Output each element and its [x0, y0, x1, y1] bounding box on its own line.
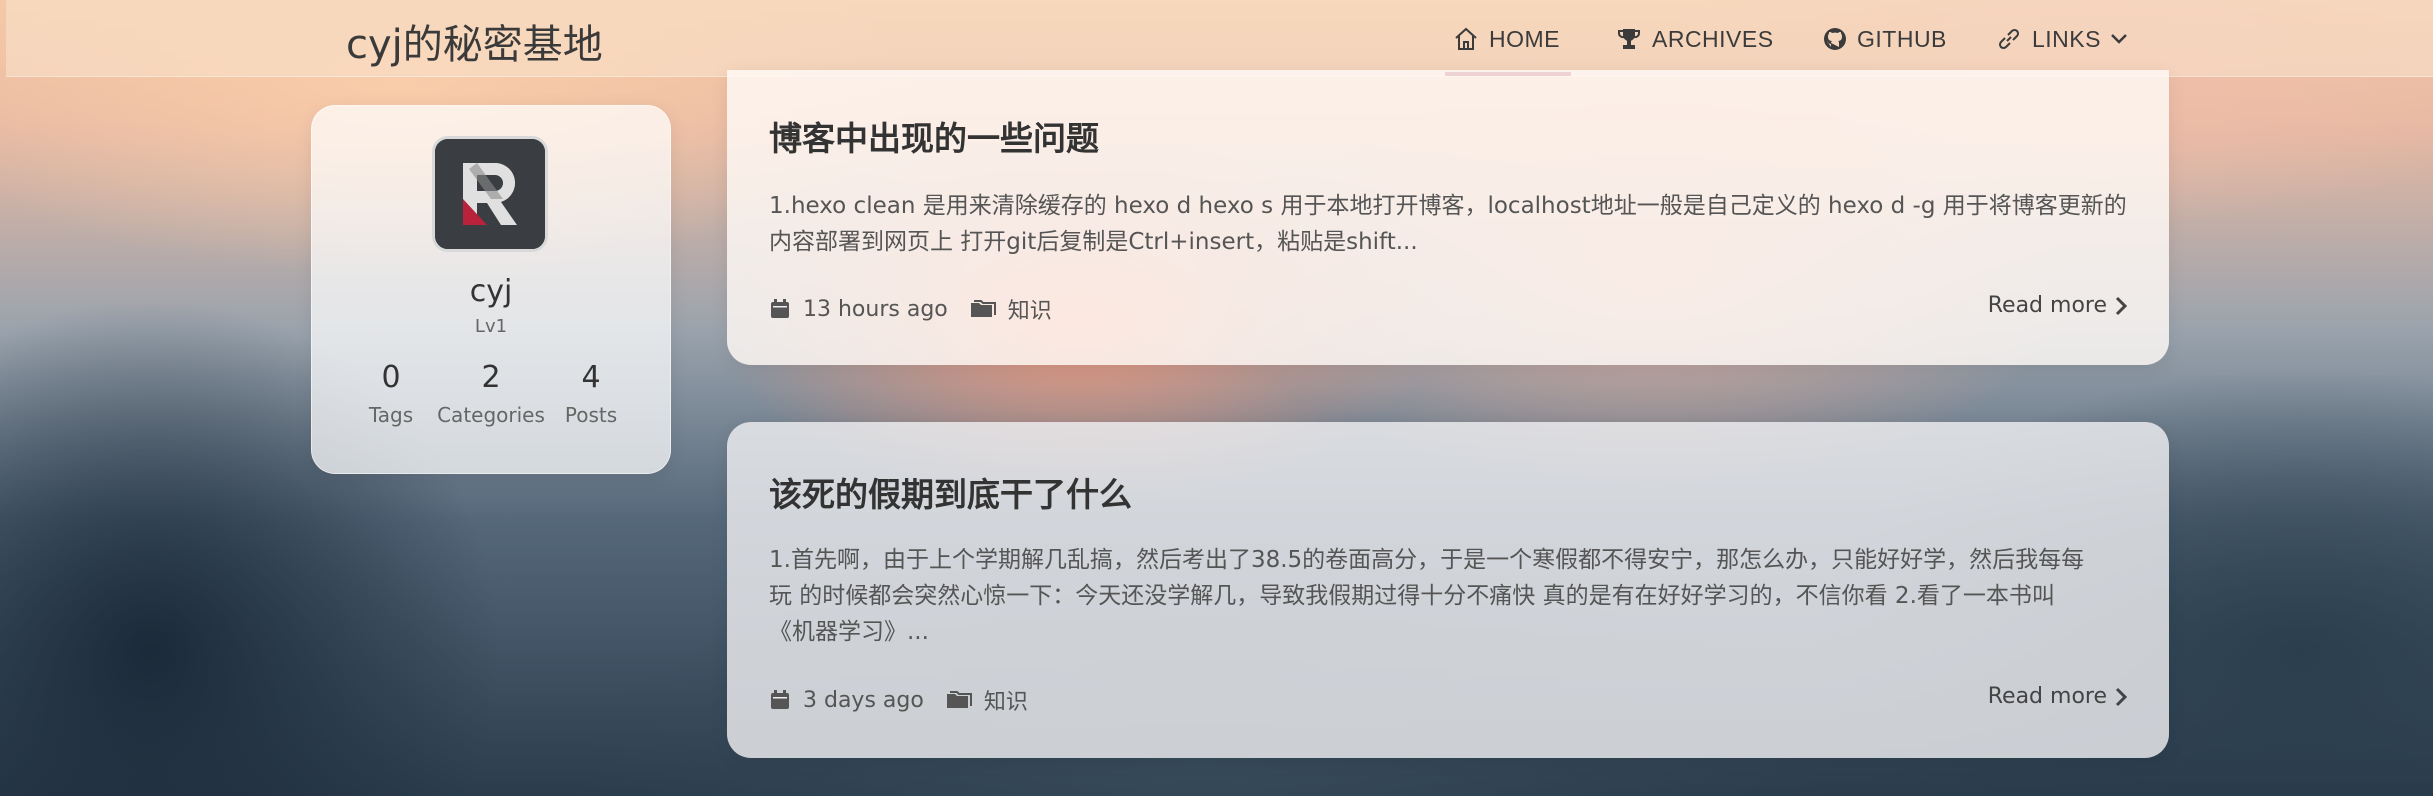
nav-archives[interactable]: ARCHIVES — [1616, 24, 1774, 54]
post-category[interactable]: 知识 — [970, 293, 1052, 325]
excerpt-line: 《机器学习》... — [769, 619, 929, 645]
nav-links[interactable]: LINKS — [1996, 24, 2129, 54]
read-more-label: Read more — [1987, 684, 2107, 709]
stat-label: Posts — [564, 403, 618, 427]
link-icon — [1998, 28, 2020, 50]
post-date: 3 days ago — [769, 688, 924, 713]
post-date-text: 3 days ago — [803, 687, 924, 713]
home-icon — [1455, 27, 1477, 50]
post-card: 博客中出现的一些问题 1.hexo clean 是用来清除缓存的 hexo d … — [727, 70, 2169, 365]
read-more-label: Read more — [1987, 293, 2107, 318]
post-meta: 13 hours ago 知识 — [769, 293, 1074, 325]
logo-icon — [435, 139, 545, 249]
calendar-icon — [771, 690, 789, 709]
chevron-down-icon — [2111, 34, 2127, 44]
avatar[interactable] — [432, 136, 548, 252]
post-category-text: 知识 — [983, 690, 1028, 715]
folder-icon — [970, 300, 996, 317]
excerpt-line: 1.首先啊，由于上个学期解几乱搞，然后考出了38.5的卷面高分，于是一个寒假都不… — [769, 547, 2085, 573]
post-category-text: 知识 — [1007, 299, 1052, 324]
post-meta: 3 days ago 知识 — [769, 684, 1050, 716]
chevron-right-icon — [2115, 296, 2127, 315]
post-excerpt: 1.首先啊，由于上个学期解几乱搞，然后考出了38.5的卷面高分，于是一个寒假都不… — [769, 542, 2129, 650]
profile-card: cyj Lv1 0 Tags 2 Categories 4 Posts — [311, 105, 671, 474]
post-date-text: 13 hours ago — [803, 296, 948, 322]
read-more-link[interactable]: Read more — [1988, 293, 2127, 318]
post-excerpt: 1.hexo clean 是用来清除缓存的 hexo d hexo s 用于本地… — [769, 188, 2129, 260]
nav-links-label: LINKS — [2032, 25, 2101, 52]
post-title[interactable]: 该死的假期到底干了什么 — [769, 468, 1132, 516]
stat-posts[interactable]: 4 Posts — [531, 360, 651, 427]
excerpt-line: 1.hexo clean 是用来清除缓存的 hexo d hexo s 用于本地… — [769, 193, 2127, 219]
navbar: cyj的秘密基地 HOME ARCHIVES GITHUB LINKS — [6, 0, 2433, 77]
excerpt-line: 玩 的时候都会突然心惊一下：今天还没学解几，导致我假期过得十分不痛快 真的是有在… — [769, 583, 2055, 609]
read-more-link[interactable]: Read more — [1988, 684, 2127, 709]
folder-icon — [946, 691, 972, 708]
nav-github-label: GITHUB — [1857, 25, 1947, 52]
nav-home[interactable]: HOME — [1453, 24, 1560, 54]
site-title[interactable]: cyj的秘密基地 — [346, 12, 603, 70]
excerpt-line: 内容部署到网页上 打开git后复制是Ctrl+insert，粘贴是shift..… — [769, 229, 1418, 255]
chevron-right-icon — [2115, 687, 2127, 706]
profile-level: Lv1 — [474, 316, 508, 337]
trophy-icon — [1618, 29, 1640, 49]
post-date: 13 hours ago — [769, 297, 948, 322]
post-card: 该死的假期到底干了什么 1.首先啊，由于上个学期解几乱搞，然后考出了38.5的卷… — [727, 422, 2169, 758]
profile-name: cyj — [469, 274, 513, 309]
post-title[interactable]: 博客中出现的一些问题 — [769, 112, 1099, 160]
nav-home-label: HOME — [1489, 25, 1560, 52]
calendar-icon — [771, 299, 789, 318]
stat-value: 4 — [581, 360, 601, 395]
github-icon — [1824, 28, 1846, 50]
post-category[interactable]: 知识 — [946, 684, 1028, 716]
nav-github[interactable]: GITHUB — [1823, 24, 1947, 54]
nav-archives-label: ARCHIVES — [1652, 25, 1774, 52]
